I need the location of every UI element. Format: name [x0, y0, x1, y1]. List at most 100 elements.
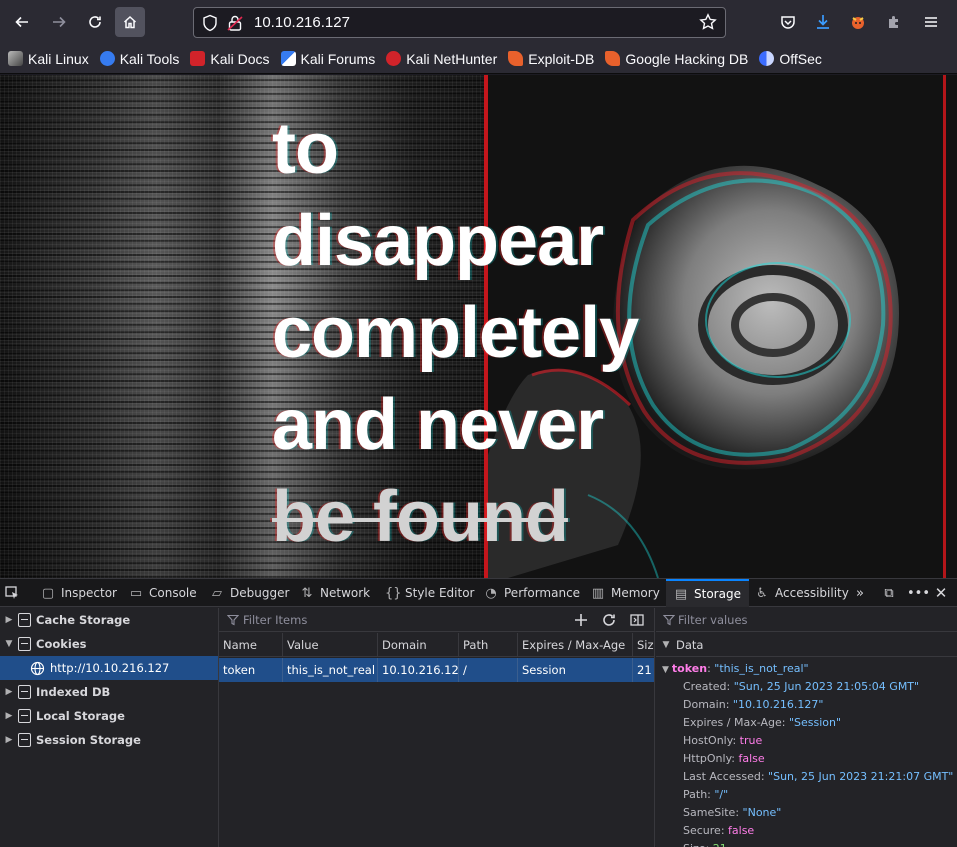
cell-size[interactable]: 21 [633, 658, 654, 682]
bookmark-star-icon[interactable] [699, 13, 717, 31]
tree-label: Session Storage [36, 733, 141, 747]
bookmark-kali-tools[interactable]: Kali Tools [99, 50, 180, 67]
property-row[interactable]: Secure: false [683, 824, 754, 837]
tab-console[interactable]: ▭ Console [129, 579, 197, 607]
devtools-menu-button[interactable]: ••• [907, 579, 930, 607]
cookie-table: Filter Items Name Value Domain Path Expi… [219, 608, 655, 847]
app-menu-button[interactable] [916, 7, 946, 37]
column-header-name[interactable]: Name [219, 633, 283, 657]
chevron-down-icon: ▼ [5, 639, 13, 649]
property-key: Expires / Max-Age [683, 716, 782, 729]
back-arrow-icon [15, 16, 28, 28]
property-value: false [738, 752, 765, 765]
tree-item-cookie-host[interactable]: http://10.10.216.127 [0, 656, 218, 680]
bookmark-kali-linux[interactable]: Kali Linux [8, 51, 89, 67]
insecure-lock-icon[interactable] [227, 14, 243, 32]
tab-accessibility[interactable]: ♿ Accessibility [755, 579, 849, 607]
add-item-icon[interactable] [573, 612, 589, 628]
headline-line-1: to [272, 109, 339, 189]
property-row[interactable]: Path: "/" [683, 788, 728, 801]
red-divider-right [943, 75, 946, 578]
debugger-icon: ▱ [212, 585, 222, 601]
web-page: to disappear completely and never be fou… [0, 75, 957, 578]
bookmark-exploit-db[interactable]: Exploit-DB [508, 51, 594, 67]
refresh-icon[interactable] [601, 612, 617, 628]
extension-button[interactable] [843, 7, 873, 37]
property-key: Secure [683, 824, 721, 837]
tab-network[interactable]: ⇅ Network [300, 579, 371, 607]
property-row[interactable]: Domain: "10.10.216.127" [683, 698, 824, 711]
filter-values-input[interactable]: Filter values [656, 608, 957, 632]
tree-item-cookies[interactable]: ▼ Cookies [0, 632, 218, 656]
tree-item-session-storage[interactable]: ▶ Session Storage [0, 728, 218, 752]
data-header[interactable]: ▼ Data [656, 633, 957, 657]
property-key: Domain [683, 698, 726, 711]
property-value: "/" [714, 788, 729, 801]
pocket-button[interactable] [773, 7, 803, 37]
memory-icon: ▥ [591, 585, 605, 601]
tab-debugger[interactable]: ▱ Debugger [210, 579, 289, 607]
cell-domain[interactable]: 10.10.216.127 [378, 658, 459, 682]
bookmark-offsec[interactable]: OffSec [759, 51, 822, 67]
column-header-value[interactable]: Value [283, 633, 378, 657]
property-row[interactable]: Created: "Sun, 25 Jun 2023 21:05:04 GMT" [683, 680, 919, 693]
tab-memory[interactable]: ▥ Memory [591, 579, 660, 607]
cell-path[interactable]: / [459, 658, 518, 682]
reload-button[interactable] [80, 7, 110, 37]
colon-separator: : [726, 680, 734, 693]
property-value: false [728, 824, 755, 837]
dock-options-button[interactable]: ⧉ [882, 579, 896, 607]
cell-name[interactable]: token [219, 658, 283, 682]
element-picker-button[interactable] [5, 579, 19, 607]
property-row[interactable]: HostOnly: true [683, 734, 762, 747]
property-row[interactable]: Expires / Max-Age: "Session" [683, 716, 841, 729]
column-header-domain[interactable]: Domain [378, 633, 459, 657]
column-header-expires[interactable]: Expires / Max-Age [518, 633, 633, 657]
bookmark-kali-nethunter[interactable]: Kali NetHunter [386, 51, 497, 67]
property-row[interactable]: Last Accessed: "Sun, 25 Jun 2023 21:21:0… [683, 770, 953, 783]
tree-label: http://10.10.216.127 [50, 661, 170, 675]
bookmark-kali-docs[interactable]: Kali Docs [190, 51, 270, 67]
more-tabs-button[interactable]: » [853, 579, 867, 607]
tree-item-indexed-db[interactable]: ▶ Indexed DB [0, 680, 218, 704]
property-row[interactable]: Size: 21 [683, 842, 727, 847]
bookmark-label: Kali Tools [119, 50, 180, 67]
database-icon [18, 733, 31, 747]
bookmark-label: Exploit-DB [528, 50, 595, 67]
kali-dragon-icon [8, 51, 23, 66]
tab-storage[interactable]: ▤ Storage [666, 579, 749, 607]
property-row[interactable]: SameSite: "None" [683, 806, 781, 819]
forward-button[interactable] [44, 7, 74, 37]
back-button[interactable] [7, 7, 37, 37]
cell-expires[interactable]: Session [518, 658, 633, 682]
shield-icon[interactable] [202, 14, 218, 32]
colon-separator: : [760, 770, 769, 783]
property-row[interactable]: HttpOnly: false [683, 752, 765, 765]
url-text[interactable]: 10.10.216.127 [254, 14, 350, 31]
tree-item-cache-storage[interactable]: ▶ Cache Storage [0, 608, 218, 632]
url-bar[interactable]: 10.10.216.127 [193, 7, 726, 38]
toggle-sidebar-icon[interactable] [629, 612, 645, 628]
tab-label: Memory [611, 586, 660, 600]
home-button[interactable] [115, 7, 145, 37]
downloads-button[interactable] [808, 7, 838, 37]
filter-placeholder: Filter Items [243, 613, 308, 627]
tree-item-local-storage[interactable]: ▶ Local Storage [0, 704, 218, 728]
tab-performance[interactable]: ◔ Performance [484, 579, 580, 607]
cell-value[interactable]: this_is_not_real [283, 658, 378, 682]
filter-items-input[interactable]: Filter Items [219, 608, 654, 632]
token-entry[interactable]: ▼ token: "this_is_not_real" [662, 662, 809, 675]
column-header-size[interactable]: Size [633, 633, 654, 657]
console-icon: ▭ [129, 585, 143, 601]
tab-label: Console [149, 586, 197, 600]
tab-style-editor[interactable]: {} Style Editor [385, 579, 474, 607]
extensions-puzzle-button[interactable] [879, 7, 909, 37]
column-header-path[interactable]: Path [459, 633, 518, 657]
tab-inspector[interactable]: ▢ Inspector [41, 579, 117, 607]
property-key: Size [683, 842, 706, 847]
bookmark-google-hacking-db[interactable]: Google Hacking DB [605, 51, 748, 67]
bookmark-kali-forums[interactable]: Kali Forums [280, 51, 375, 67]
bookmark-label: OffSec [779, 50, 822, 67]
close-devtools-button[interactable]: ✕ [934, 579, 948, 607]
chevron-right-icon: ▶ [5, 687, 13, 697]
